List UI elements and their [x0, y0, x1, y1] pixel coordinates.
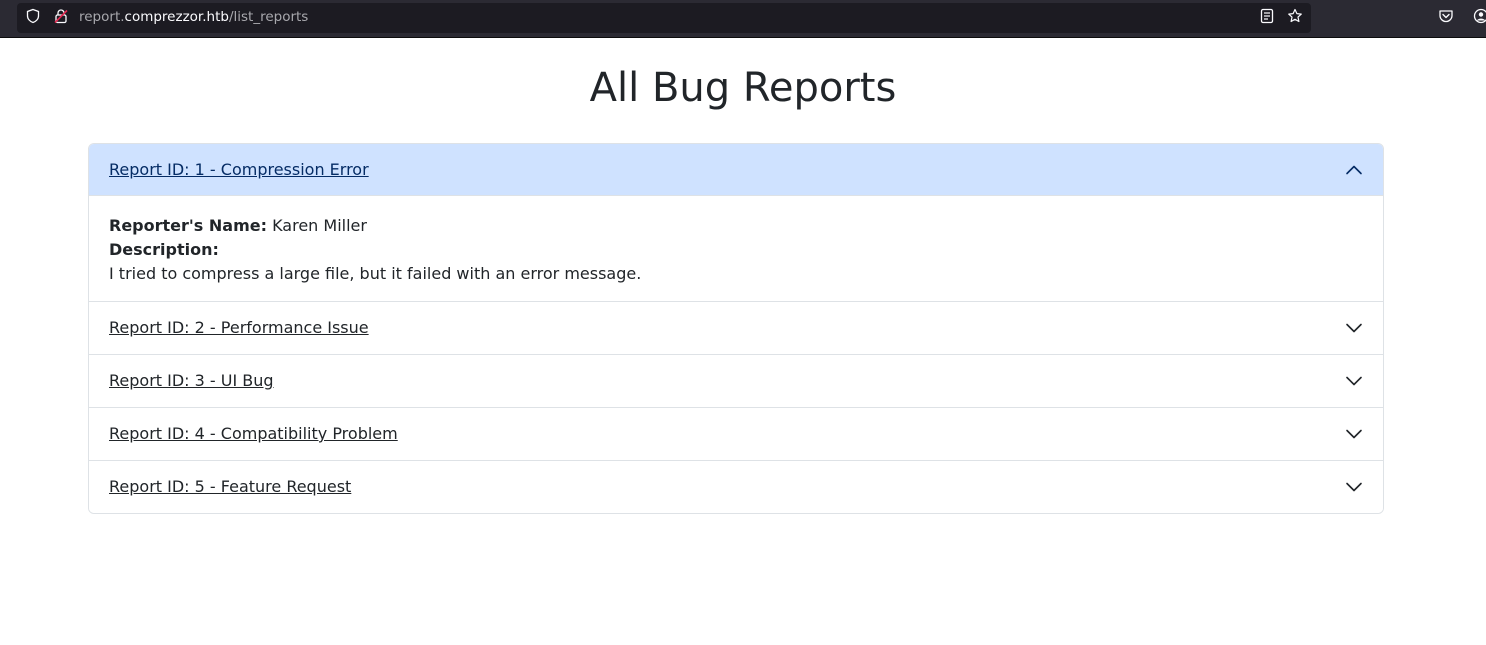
report-1-header[interactable]: Report ID: 1 - Compression Error [89, 144, 1383, 196]
url-text[interactable]: report.comprezzor.htb/list_reports [79, 8, 308, 26]
report-1-body: Reporter's Name: Karen Miller Descriptio… [89, 196, 1383, 301]
report-3-header[interactable]: Report ID: 3 - UI Bug [89, 355, 1383, 407]
chevron-down-icon [1345, 319, 1363, 337]
pocket-icon[interactable] [1438, 8, 1454, 24]
url-host: comprezzor.htb [124, 9, 229, 25]
report-2-header[interactable]: Report ID: 2 - Performance Issue [89, 302, 1383, 354]
bookmark-star-icon[interactable] [1287, 8, 1303, 24]
chevron-down-icon [1345, 478, 1363, 496]
report-4-link[interactable]: Report ID: 4 - Compatibility Problem [109, 424, 398, 444]
page-title: All Bug Reports [589, 65, 897, 111]
description-label: Description: [109, 240, 219, 259]
report-item-5: Report ID: 5 - Feature Request [89, 460, 1383, 513]
report-item-2: Report ID: 2 - Performance Issue [89, 301, 1383, 354]
reader-view-icon[interactable] [1259, 8, 1275, 24]
chevron-down-icon [1345, 372, 1363, 390]
chevron-up-icon [1345, 161, 1363, 179]
reports-accordion: Report ID: 1 - Compression Error Reporte… [88, 143, 1384, 514]
report-2-link[interactable]: Report ID: 2 - Performance Issue [109, 318, 369, 338]
report-1-link[interactable]: Report ID: 1 - Compression Error [109, 160, 369, 180]
insecure-lock-icon[interactable] [53, 8, 69, 24]
reporter-row: Reporter's Name: Karen Miller [109, 214, 1363, 238]
description-text: I tried to compress a large file, but it… [109, 264, 642, 283]
reporter-name: Karen Miller [272, 216, 367, 235]
account-icon[interactable] [1473, 8, 1486, 24]
report-4-header[interactable]: Report ID: 4 - Compatibility Problem [89, 408, 1383, 460]
reporter-label: Reporter's Name: [109, 216, 267, 235]
url-path: /list_reports [228, 9, 309, 25]
browser-toolbar: report.comprezzor.htb/list_reports [0, 0, 1486, 38]
report-item-1: Report ID: 1 - Compression Error Reporte… [89, 144, 1383, 301]
report-3-link[interactable]: Report ID: 3 - UI Bug [109, 371, 274, 391]
report-5-header[interactable]: Report ID: 5 - Feature Request [89, 461, 1383, 513]
url-subdomain: report. [79, 9, 125, 25]
report-item-3: Report ID: 3 - UI Bug [89, 354, 1383, 407]
report-item-4: Report ID: 4 - Compatibility Problem [89, 407, 1383, 460]
chevron-down-icon [1345, 425, 1363, 443]
report-5-link[interactable]: Report ID: 5 - Feature Request [109, 477, 351, 497]
shield-icon[interactable] [25, 8, 41, 24]
